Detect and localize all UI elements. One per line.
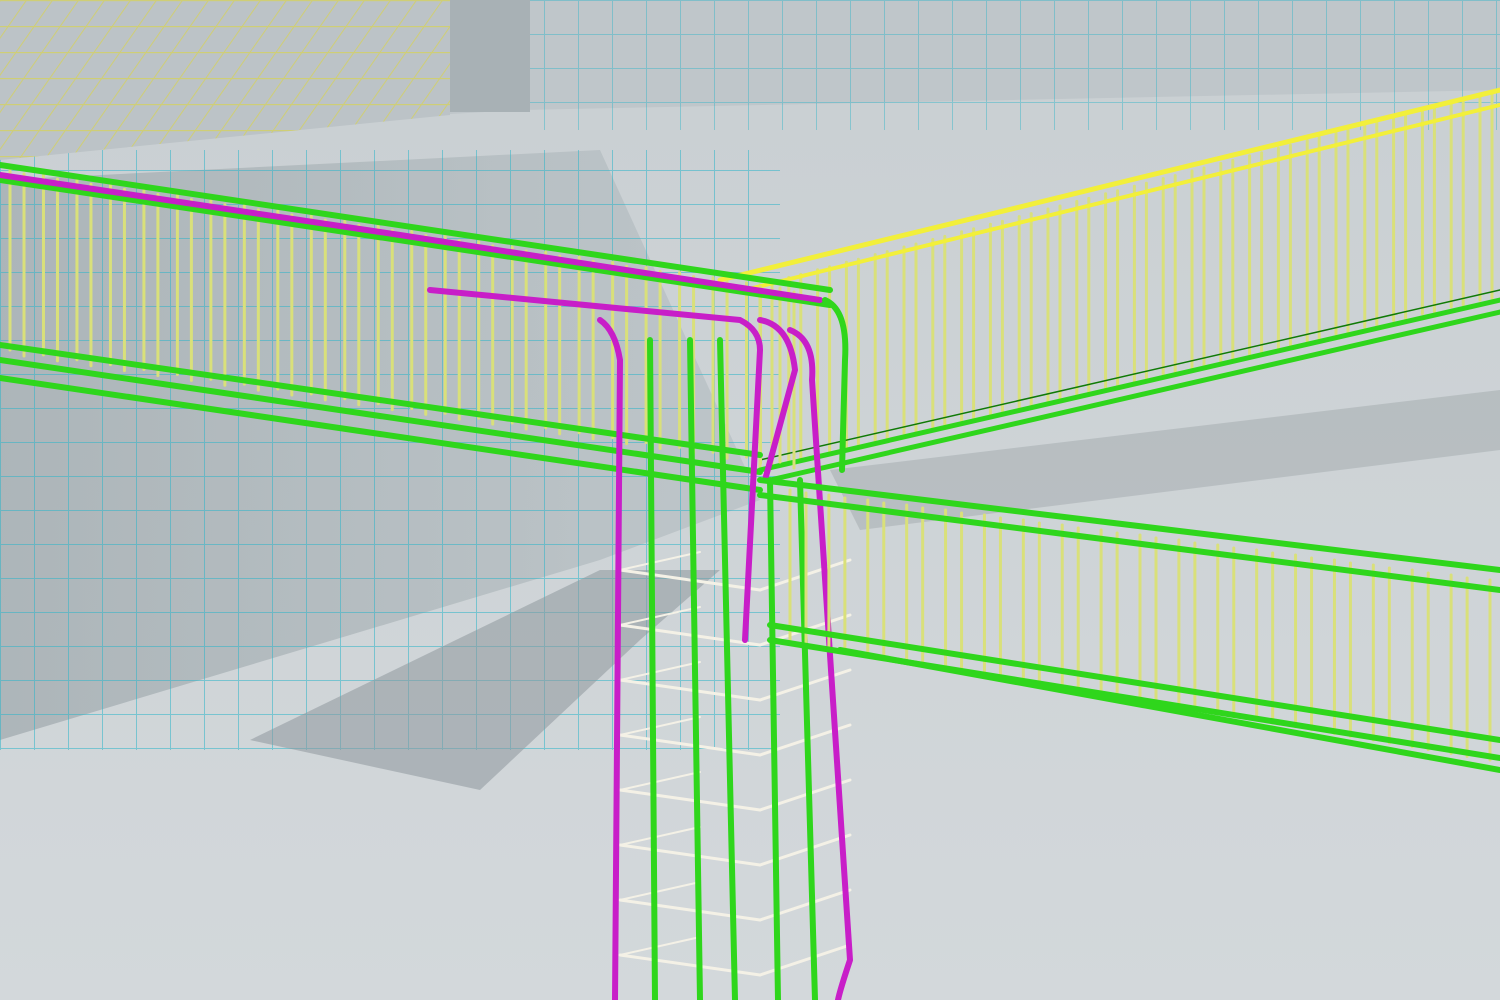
wall-rebar-upper	[530, 0, 1500, 130]
rebar-3d-viewport	[0, 0, 1500, 1000]
concrete-pillar-block	[450, 0, 530, 112]
